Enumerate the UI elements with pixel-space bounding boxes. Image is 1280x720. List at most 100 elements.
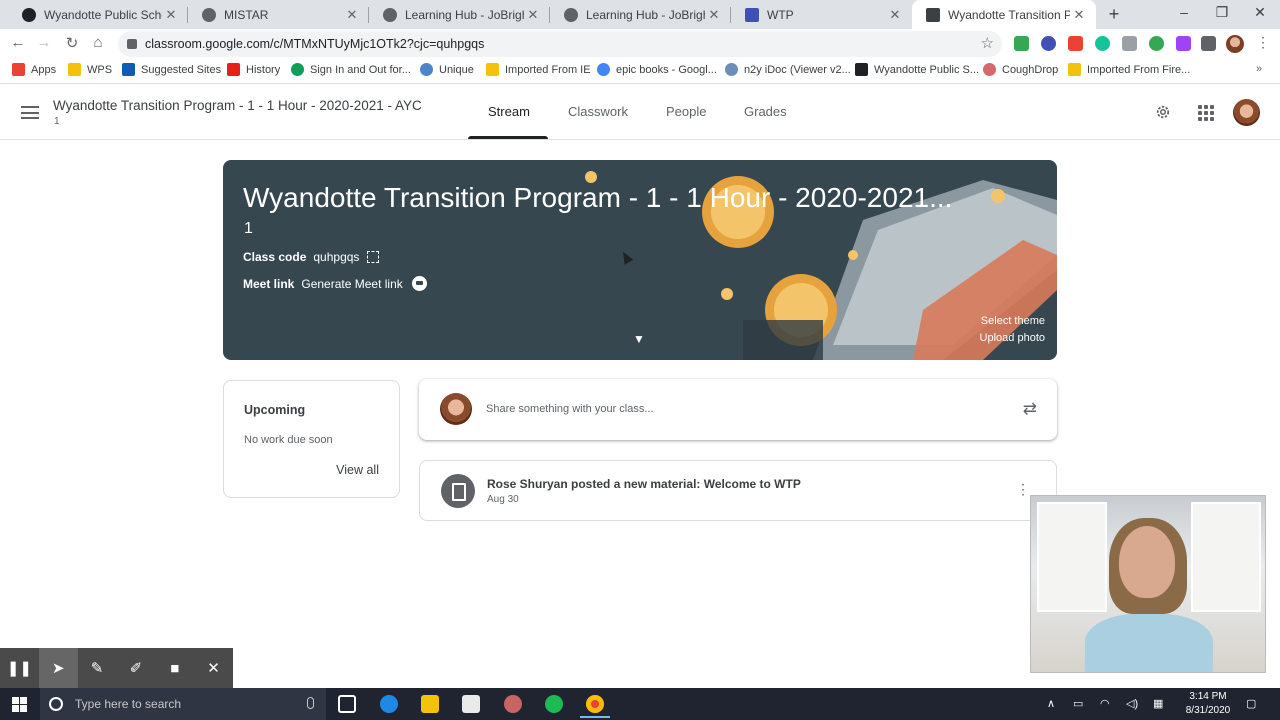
- home-icon[interactable]: ⌂: [88, 34, 108, 51]
- notifications-icon[interactable]: ▢: [1246, 697, 1256, 710]
- highlighter-icon[interactable]: ✐: [116, 648, 155, 688]
- tab-mistar[interactable]: MISTAR ✕: [188, 0, 369, 29]
- bookmark-imported-ie[interactable]: Imported From IE: [486, 63, 591, 76]
- post-date: Aug 30: [487, 494, 519, 505]
- edge-icon[interactable]: [380, 695, 398, 713]
- generate-meet-link[interactable]: Generate Meet link: [301, 277, 402, 291]
- close-tab-icon[interactable]: ✕: [886, 7, 904, 23]
- tab-title: WTP: [767, 7, 794, 22]
- taskbar-search[interactable]: Type here to search: [40, 688, 326, 720]
- post-title[interactable]: Rose Shuryan posted a new material: Welc…: [487, 477, 801, 491]
- grammarly-icon[interactable]: [1095, 36, 1110, 51]
- new-tab-icon[interactable]: +: [1104, 4, 1124, 25]
- view-all-link[interactable]: View all: [336, 463, 379, 477]
- close-recorder-icon[interactable]: ✕: [194, 648, 233, 688]
- tab-title: Learning Hub - JoBrighton C: [405, 7, 524, 22]
- more-bookmarks-icon[interactable]: »: [1256, 63, 1262, 75]
- extension-icon[interactable]: [1041, 36, 1056, 51]
- bookmark-wps[interactable]: WPS: [68, 63, 112, 76]
- windows-start-icon[interactable]: [12, 697, 27, 712]
- extension-icon[interactable]: [1149, 36, 1164, 51]
- tab-learning-hub-1[interactable]: Learning Hub - JoBrighton C ✕: [369, 0, 550, 29]
- microphone-icon[interactable]: [307, 697, 314, 709]
- minimize-icon[interactable]: –: [1174, 4, 1194, 20]
- bookmark-coughdrop[interactable]: CoughDrop: [983, 63, 1058, 76]
- share-box[interactable]: Share something with your class... ⇄: [419, 379, 1057, 440]
- tab-stream[interactable]: Stream: [488, 104, 530, 119]
- upload-photo-link[interactable]: Upload photo: [980, 332, 1045, 344]
- pause-icon[interactable]: ❚❚: [0, 648, 39, 688]
- globe-icon: [383, 7, 397, 22]
- tab-classwork[interactable]: Classwork: [568, 104, 628, 119]
- bookmark-label: Apps: [31, 63, 57, 76]
- class-code-value[interactable]: quhpgqs: [313, 250, 359, 264]
- pointer-icon[interactable]: ➤: [38, 648, 78, 688]
- bookmark-wyandotte-public[interactable]: Wyandotte Public S...: [855, 63, 979, 76]
- tab-people[interactable]: People: [666, 104, 706, 119]
- restore-icon[interactable]: ❐: [1212, 4, 1232, 21]
- show-hidden-icons-icon[interactable]: ∧: [1047, 697, 1055, 710]
- tab-wtp[interactable]: WTP ✕: [731, 0, 912, 29]
- close-tab-icon[interactable]: ✕: [705, 7, 723, 23]
- taskbar-clock[interactable]: 3:14 PM 8/31/2020: [1180, 690, 1236, 718]
- class-code-row: Class code quhpgqs: [243, 250, 380, 264]
- battery-icon[interactable]: ▭: [1073, 697, 1083, 710]
- folder-icon: [68, 63, 81, 76]
- forward-icon[interactable]: →: [34, 34, 54, 51]
- chrome-icon[interactable]: [586, 695, 604, 713]
- bookmark-history[interactable]: History: [227, 63, 280, 76]
- google-apps-icon[interactable]: [1198, 105, 1214, 121]
- meet-icon[interactable]: [411, 276, 427, 291]
- close-tab-icon[interactable]: ✕: [343, 7, 361, 23]
- camera-icon[interactable]: ■: [155, 648, 194, 688]
- back-icon[interactable]: ←: [8, 34, 28, 51]
- task-view-icon[interactable]: [338, 695, 356, 713]
- spotify-icon[interactable]: [545, 695, 563, 713]
- bookmark-suggested-sites[interactable]: Suggested Sites: [122, 63, 221, 76]
- file-explorer-icon[interactable]: [421, 695, 439, 713]
- stream-post[interactable]: Rose Shuryan posted a new material: Welc…: [419, 460, 1057, 521]
- post-options-icon[interactable]: ⋮: [1016, 481, 1030, 498]
- extension-icon[interactable]: [1176, 36, 1191, 51]
- share-placeholder[interactable]: Share something with your class...: [486, 403, 654, 415]
- class-title[interactable]: Wyandotte Transition Program - 1 - 1 Hou…: [53, 98, 422, 113]
- close-window-icon[interactable]: ✕: [1250, 4, 1270, 21]
- tab-grades[interactable]: Grades: [744, 104, 787, 119]
- bookmark-apps[interactable]: Apps: [12, 63, 56, 76]
- settings-gear-icon[interactable]: [1154, 103, 1172, 121]
- puzzle-icon[interactable]: [1201, 36, 1216, 51]
- bookmark-n2y-idoc[interactable]: n2y iDoc (Viewer v2...: [725, 63, 851, 76]
- keyboard-icon[interactable]: ▦: [1153, 697, 1163, 710]
- tab-wyandotte-transition-program[interactable]: Wyandotte Transition Progra ✕: [912, 0, 1096, 29]
- chevron-down-icon[interactable]: ▼: [633, 332, 645, 346]
- bookmark-imported-firefox[interactable]: Imported From Fire...: [1068, 63, 1190, 76]
- tab-learning-hub-2[interactable]: Learning Hub - JoBrighton C ✕: [550, 0, 731, 29]
- close-tab-icon[interactable]: ✕: [1070, 7, 1088, 23]
- tab-wyandotte-public-schools[interactable]: Wyandotte Public Schools - / ✕: [8, 0, 188, 29]
- profile-avatar[interactable]: [1226, 35, 1244, 53]
- fullscreen-icon[interactable]: [367, 251, 380, 263]
- select-theme-link[interactable]: Select theme: [981, 315, 1045, 327]
- close-tab-icon[interactable]: ✕: [162, 7, 180, 23]
- bookmark-unique[interactable]: Unique: [420, 63, 474, 76]
- extension-icon[interactable]: [1068, 36, 1083, 51]
- store-icon[interactable]: [462, 695, 480, 713]
- wifi-icon[interactable]: ◠: [1100, 697, 1110, 710]
- extension-icon[interactable]: [1122, 36, 1137, 51]
- volume-icon[interactable]: ◁): [1126, 697, 1138, 710]
- account-avatar[interactable]: [1233, 99, 1260, 126]
- reload-icon[interactable]: ↻: [62, 34, 82, 52]
- reuse-post-icon[interactable]: ⇄: [1023, 399, 1037, 419]
- bookmark-epic-books[interactable]: epic books - Googl...: [597, 63, 717, 76]
- address-bar[interactable]: classroom.google.com/c/MTMxNTUyMjc1OTk2?…: [118, 31, 1002, 57]
- main-menu-icon[interactable]: [21, 106, 39, 119]
- browser-menu-icon[interactable]: ⋮: [1256, 34, 1270, 51]
- extension-icon[interactable]: [1014, 36, 1029, 51]
- pen-icon[interactable]: ✎: [78, 648, 117, 688]
- bookmark-sign-in-out[interactable]: Sign In and Out for...: [291, 63, 411, 76]
- folder-icon: [486, 63, 499, 76]
- bookmark-star-icon[interactable]: ☆: [981, 34, 994, 52]
- taskbar-search-placeholder: Type here to search: [75, 697, 182, 711]
- app-icon[interactable]: [504, 695, 522, 713]
- close-tab-icon[interactable]: ✕: [524, 7, 542, 23]
